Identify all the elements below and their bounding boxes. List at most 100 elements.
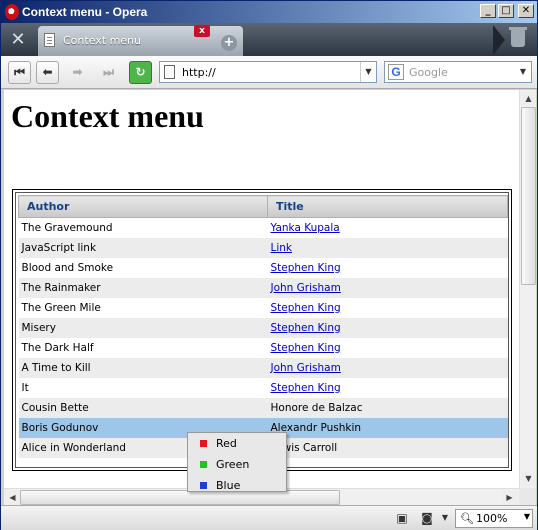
blue-swatch-icon [200, 482, 207, 489]
page-title: Context menu [11, 98, 204, 134]
cell-title: John Grisham [267, 357, 508, 378]
cell-title: Alexandr Pushkin [267, 417, 508, 438]
turbo-icon[interactable]: ▣ [394, 511, 410, 525]
title-link[interactable]: Stephen King [271, 322, 341, 334]
search-input[interactable]: Google [409, 66, 448, 79]
green-swatch-icon [200, 461, 207, 468]
red-swatch-icon [200, 440, 207, 447]
menu-item-label: Red [216, 437, 237, 450]
chevron-down-icon[interactable]: ▼ [515, 62, 531, 82]
maximize-button[interactable]: □ [498, 4, 514, 18]
tab-bar: ✕ Context menu x + [1, 23, 537, 56]
table-header-row: Author Title [18, 195, 508, 218]
title-link[interactable]: Stephen King [271, 382, 341, 394]
browser-window: Context menu - Opera _ □ ✕ ✕ Context men… [0, 0, 538, 530]
table-row[interactable]: The Dark Half Stephen King [19, 338, 508, 358]
cell-author: A Time to Kill [18, 357, 268, 378]
table-row[interactable]: A Time to Kill John Grisham [18, 357, 508, 378]
camera-icon[interactable]: ◙ [419, 511, 435, 525]
rewind-button[interactable]: ⏮ [8, 61, 31, 84]
cell-author: JavaScript link [18, 237, 268, 258]
reload-button[interactable]: ↻ [129, 61, 152, 84]
title-link[interactable]: Stephen King [271, 302, 341, 314]
books-table: Author Title The Gravemound Yanka Kupala J… [18, 195, 508, 458]
scroll-right-icon[interactable]: ▶ [502, 490, 517, 505]
search-box[interactable]: G Google ▼ [384, 61, 532, 83]
google-icon[interactable]: G [388, 64, 404, 80]
scroll-up-icon[interactable]: ▲ [521, 91, 536, 106]
cell-author: The Rainmaker [18, 277, 268, 298]
scroll-down-icon[interactable]: ▼ [521, 471, 536, 486]
cell-author: The Green Mile [21, 301, 101, 314]
cell-title: Stephen King [268, 378, 508, 398]
cell-title: Stephen King [268, 338, 508, 358]
scroll-left-icon[interactable]: ◀ [5, 490, 20, 505]
title-link[interactable]: Link [271, 242, 293, 254]
title-link[interactable]: Yanka Kupala [271, 222, 340, 234]
column-header-title[interactable]: Title [267, 195, 508, 218]
magnifier-icon: 🔍︎ [460, 512, 474, 525]
status-bar: ▣ ◙ ▼ 🔍︎ 100% ▼ [1, 505, 537, 530]
table-row[interactable]: The Green Mile Stephen King [19, 298, 508, 318]
page-content: Context menu Author Title The Gravemound… [4, 90, 519, 488]
context-menu-item-green[interactable]: Green [188, 454, 286, 475]
table-row[interactable]: Blood and Smoke Stephen King [19, 258, 508, 278]
table-row[interactable]: JavaScript link Link [18, 237, 508, 258]
window-controls: _ □ ✕ [480, 4, 534, 18]
context-menu: Red Green Blue [187, 432, 287, 492]
opera-logo-icon [5, 4, 19, 20]
zoom-level: 100% [476, 512, 508, 525]
cell-title: Honore de Balzac [267, 397, 508, 418]
document-icon [44, 33, 55, 47]
title-link[interactable]: John Grisham [271, 362, 341, 374]
back-button[interactable]: ⬅ [36, 61, 59, 84]
cell-title: Lewis Carroll [267, 437, 508, 458]
cell-author: Misery [18, 317, 268, 338]
vertical-scroll-thumb[interactable] [521, 107, 536, 285]
cell-author: The Dark Half [21, 341, 94, 354]
forward-button[interactable]: ➡ [66, 61, 89, 84]
grid: Author Title The Gravemound Yanka Kupala J… [15, 192, 509, 468]
window-title: Context menu - Opera [22, 5, 148, 19]
table-row[interactable]: Cousin Bette Honore de Balzac [18, 397, 508, 418]
close-button[interactable]: ✕ [518, 4, 534, 18]
column-header-author[interactable]: Author [18, 195, 268, 218]
plus-icon: + [221, 35, 237, 51]
tab-title: Context menu [63, 34, 142, 47]
menu-item-label: Green [216, 458, 250, 471]
address-input[interactable]: http:// [182, 66, 216, 79]
cell-author: Blood and Smoke [21, 261, 114, 274]
trash-icon[interactable] [509, 27, 527, 47]
table-body: The Gravemound Yanka Kupala JavaScript lin… [18, 218, 508, 458]
title-link[interactable]: Stephen King [271, 262, 341, 274]
chevron-down-icon[interactable]: ▼ [437, 511, 453, 525]
address-bar[interactable]: http:// ▼ [159, 61, 377, 83]
cell-title: Stephen King [268, 258, 508, 278]
tab-close-icon[interactable]: x [194, 25, 210, 37]
table-row[interactable]: It Stephen King [19, 378, 508, 398]
tab-context-menu[interactable]: Context menu x [38, 25, 243, 56]
vertical-scrollbar[interactable]: ▲ ▼ [519, 90, 536, 488]
title-link[interactable]: Stephen King [271, 342, 341, 354]
new-tab-button[interactable]: + [216, 30, 242, 52]
cell-author: The Gravemound [21, 221, 113, 234]
table-row[interactable]: The Rainmaker John Grisham [18, 277, 508, 298]
chevron-down-icon[interactable]: ▼ [360, 62, 376, 82]
zoom-control[interactable]: 🔍︎ 100% ▼ [455, 509, 533, 528]
horizontal-scroll-thumb[interactable] [20, 490, 340, 505]
context-menu-item-blue[interactable]: Blue [188, 475, 286, 492]
fast-forward-button[interactable]: ⏭ [97, 61, 120, 84]
table-row[interactable]: The Gravemound Yanka Kupala [19, 218, 508, 238]
menu-item-label: Blue [216, 479, 241, 492]
context-menu-item-red[interactable]: Red [188, 433, 286, 454]
title-bar: Context menu - Opera _ □ ✕ [1, 1, 537, 23]
chevron-down-icon[interactable]: ▼ [524, 512, 530, 521]
cell-title: Stephen King [268, 298, 508, 318]
cell-title: Link [267, 237, 508, 258]
cell-author: It [21, 381, 29, 394]
title-link[interactable]: John Grisham [271, 282, 341, 294]
minimize-button[interactable]: _ [480, 4, 496, 18]
opera-menu-icon[interactable]: ✕ [5, 28, 31, 52]
navigation-toolbar: ⏮ ⬅ ➡ ⏭ ↻ http:// ▼ G Google ▼ [1, 56, 537, 89]
table-row[interactable]: Misery Stephen King [18, 317, 508, 338]
